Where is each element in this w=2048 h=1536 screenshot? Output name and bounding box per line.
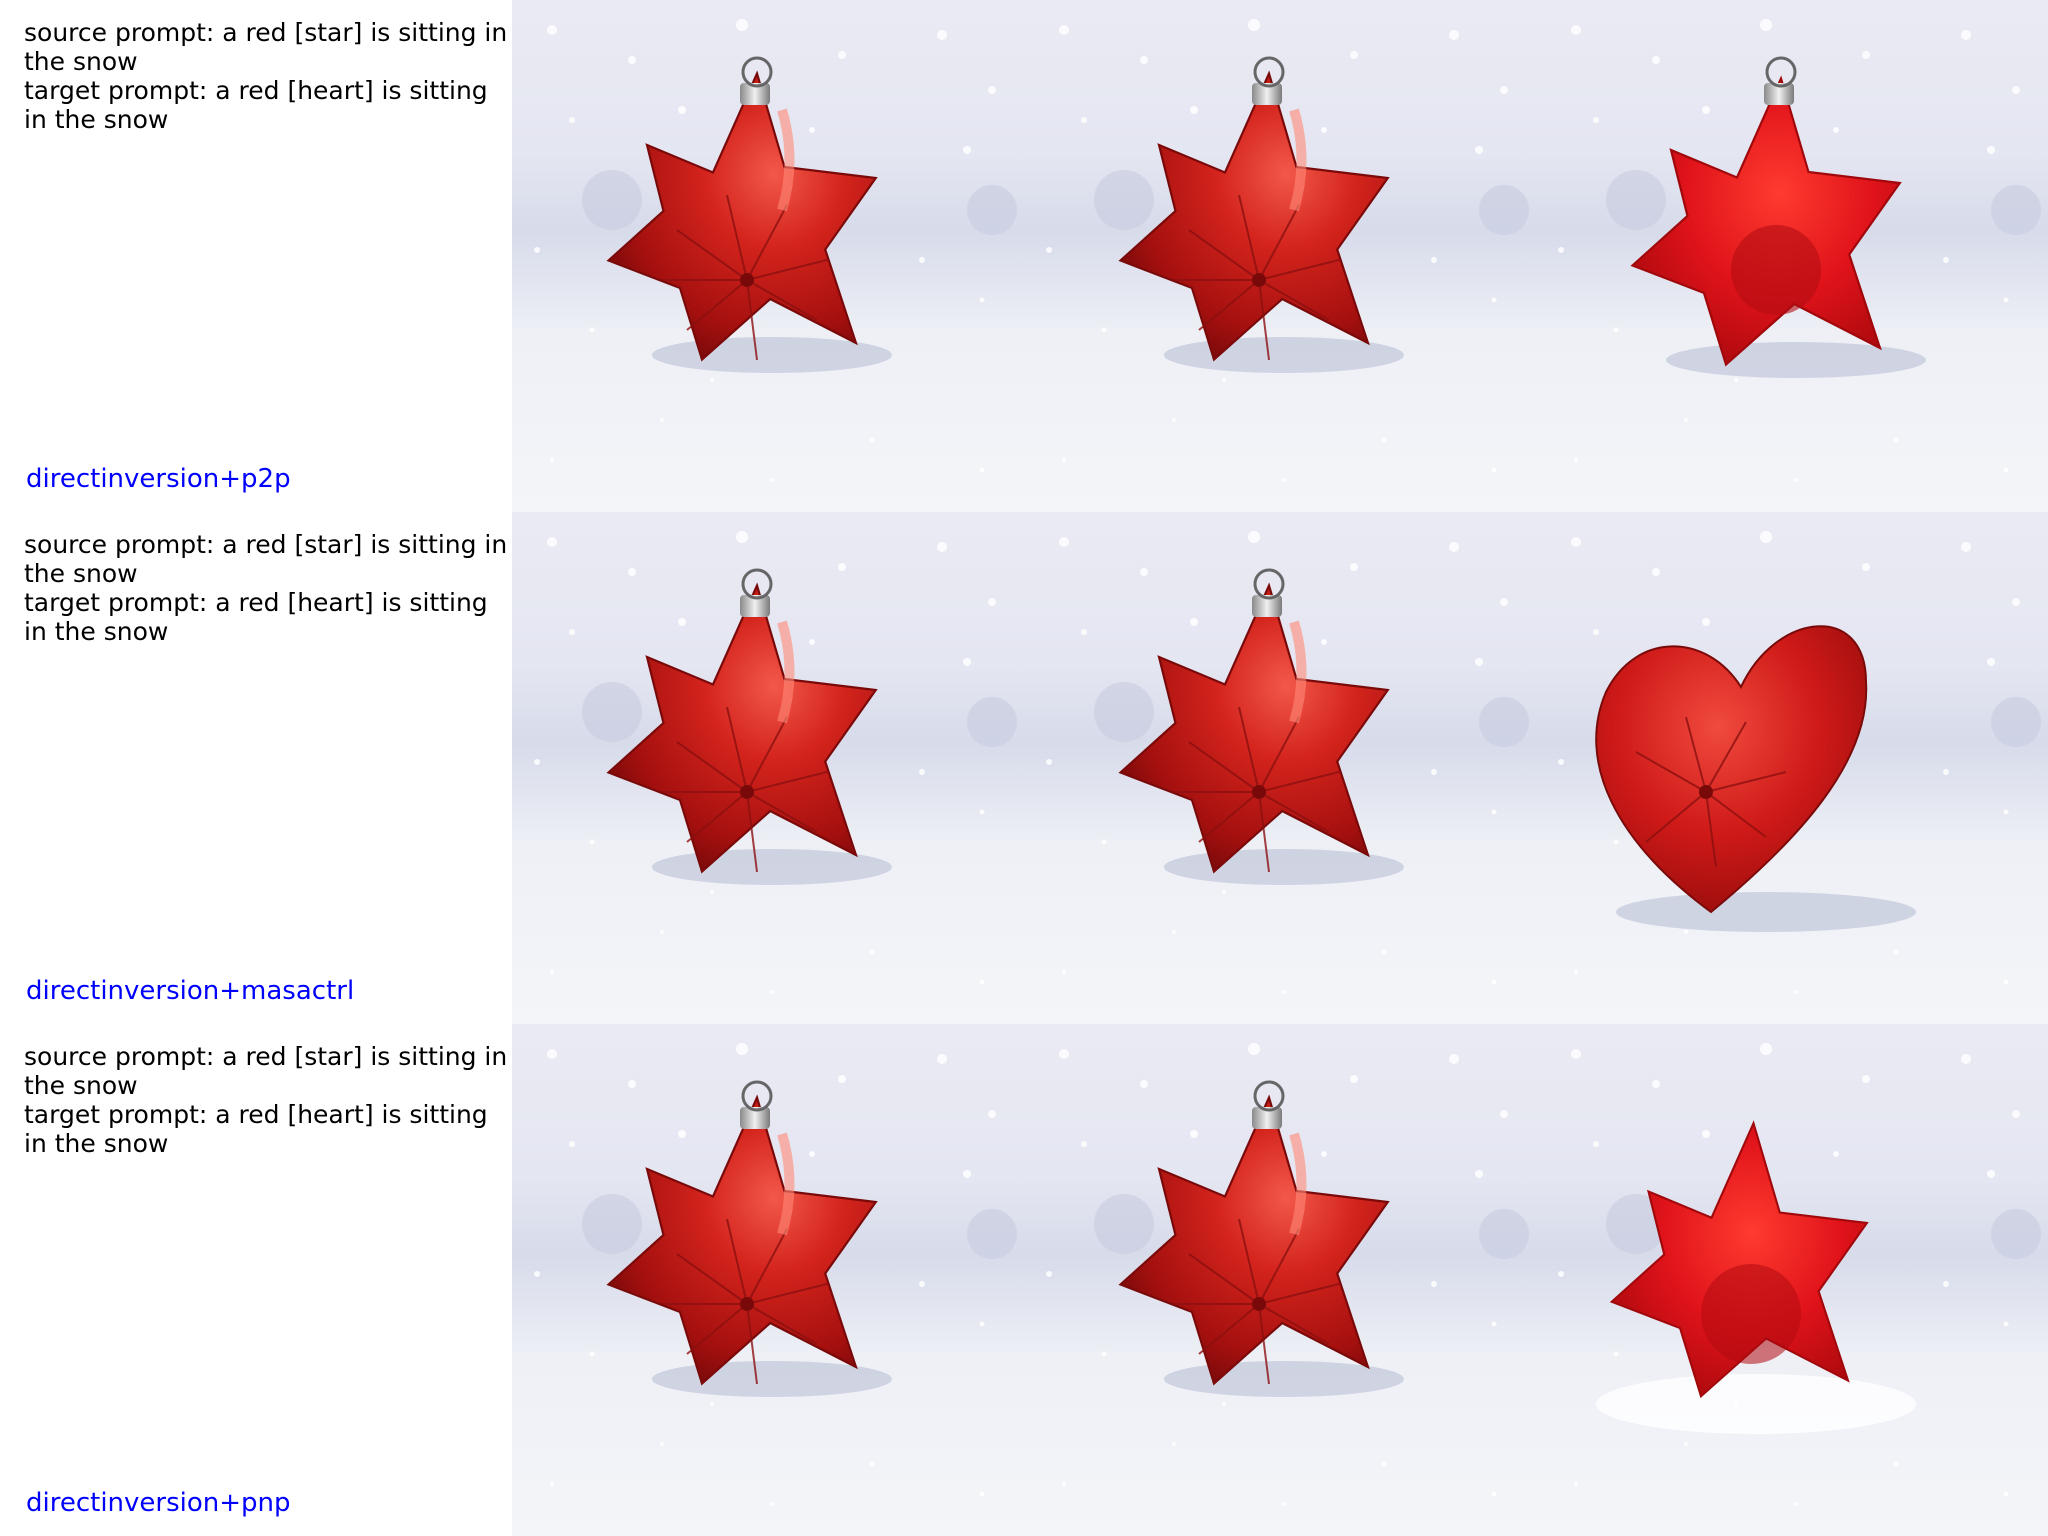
row-label-cell: source prompt: a red [star] is sitting i… bbox=[0, 0, 512, 512]
result-row-masactrl: source prompt: a red [star] is sitting i… bbox=[0, 512, 2048, 1024]
row-label-cell: source prompt: a red [star] is sitting i… bbox=[0, 512, 512, 1024]
source-prompt: source prompt: a red [star] is sitting i… bbox=[24, 18, 508, 76]
edited-image bbox=[1536, 1024, 2048, 1536]
source-image bbox=[512, 1024, 1024, 1536]
source-image bbox=[512, 0, 1024, 512]
source-prompt: source prompt: a red [star] is sitting i… bbox=[24, 1042, 508, 1100]
target-prompt: target prompt: a red [heart] is sitting … bbox=[24, 1100, 488, 1158]
prompt-text: source prompt: a red [star] is sitting i… bbox=[24, 1042, 512, 1158]
comparison-grid: source prompt: a red [star] is sitting i… bbox=[0, 0, 2048, 1536]
target-prompt: target prompt: a red [heart] is sitting … bbox=[24, 588, 488, 646]
method-label: directinversion+p2p bbox=[26, 464, 291, 494]
prompt-text: source prompt: a red [star] is sitting i… bbox=[24, 530, 512, 646]
method-label: directinversion+pnp bbox=[26, 1488, 291, 1518]
reconstruction-image bbox=[1024, 0, 1536, 512]
target-prompt: target prompt: a red [heart] is sitting … bbox=[24, 76, 488, 134]
source-prompt: source prompt: a red [star] is sitting i… bbox=[24, 530, 508, 588]
source-image bbox=[512, 512, 1024, 1024]
result-row-pnp: source prompt: a red [star] is sitting i… bbox=[0, 1024, 2048, 1536]
method-label: directinversion+masactrl bbox=[26, 976, 355, 1006]
prompt-text: source prompt: a red [star] is sitting i… bbox=[24, 18, 512, 134]
reconstruction-image bbox=[1024, 1024, 1536, 1536]
result-row-p2p: source prompt: a red [star] is sitting i… bbox=[0, 0, 2048, 512]
reconstruction-image bbox=[1024, 512, 1536, 1024]
edited-image bbox=[1536, 512, 2048, 1024]
edited-image bbox=[1536, 0, 2048, 512]
row-label-cell: source prompt: a red [star] is sitting i… bbox=[0, 1024, 512, 1536]
